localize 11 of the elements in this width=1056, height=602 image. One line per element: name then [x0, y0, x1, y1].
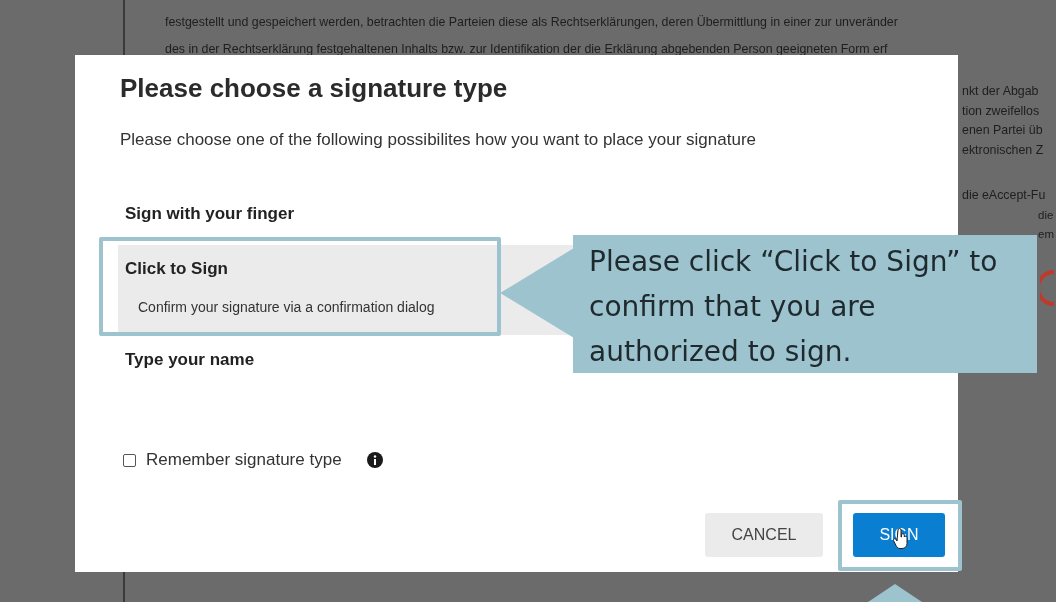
document-text: ektronischen Z [962, 141, 1045, 159]
document-text: nkt der Abgab [962, 83, 1040, 100]
document-text: tion zweifellos [962, 102, 1041, 120]
dialog-subtitle: Please choose one of the following possibilites how you want to place your signature [120, 130, 757, 150]
document-text: des in der Rechtserklärung festgehaltenen Inhalts bzw. zur Identifikation der die Erklärung abgebenden Person geeigneten Form erf [165, 41, 889, 58]
document-text: enen Partei üb [962, 122, 1044, 139]
document-text: die [1038, 207, 1055, 223]
dialog-title: Please choose a signature type [120, 73, 509, 104]
document-text: festgestellt und gespeichert werden, betrachten die Parteien diese als Rechtserklärungen, deren Übermittlung in einer zur unveränder [165, 14, 899, 31]
document-text: em [1038, 227, 1055, 242]
document-text: die eAccept-Fu [962, 187, 1047, 204]
